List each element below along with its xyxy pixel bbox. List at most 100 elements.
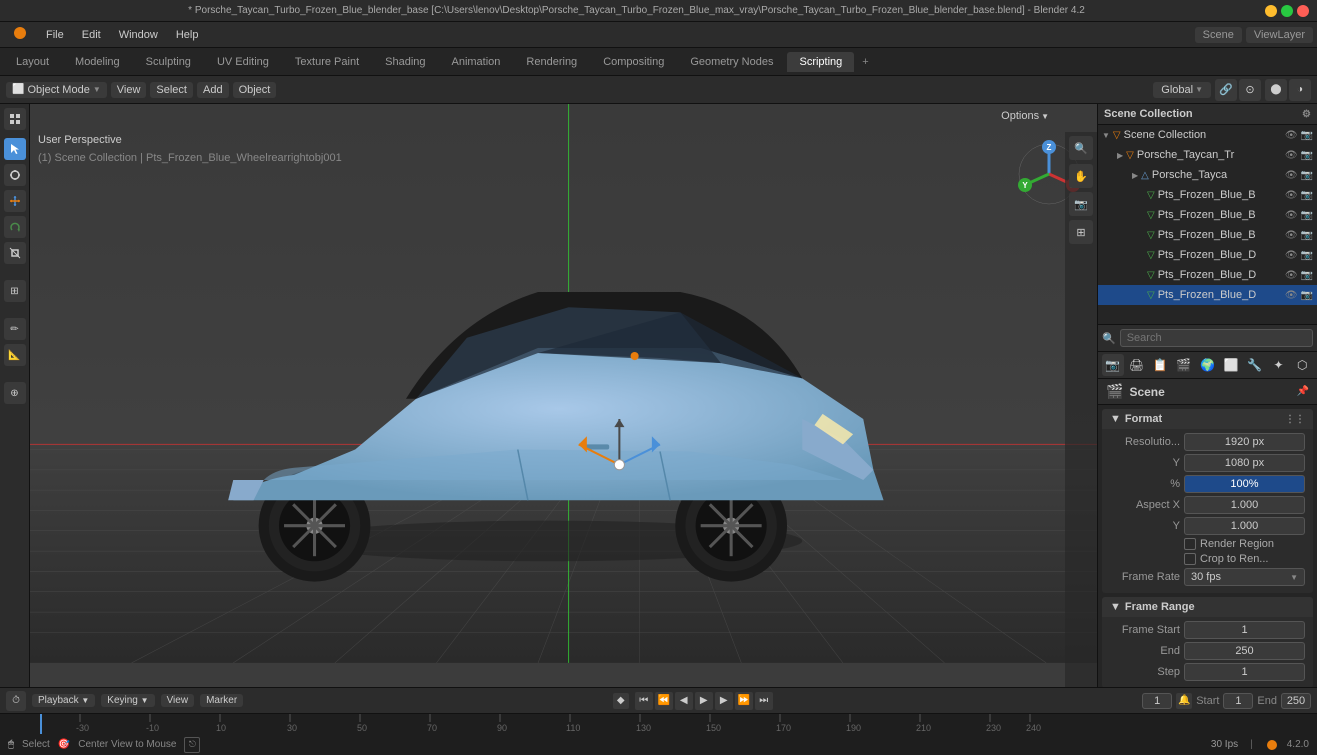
keying-menu[interactable]: Keying ▼ xyxy=(101,694,154,707)
scene-collection-filter[interactable]: ⚙ xyxy=(1302,109,1311,120)
timeline-icon[interactable]: ⏱ xyxy=(6,691,26,711)
minimize-button[interactable] xyxy=(1265,5,1277,17)
aspect-x-value[interactable]: 1.000 xyxy=(1184,496,1305,514)
tab-animation[interactable]: Animation xyxy=(440,52,513,72)
tab-scripting[interactable]: Scripting xyxy=(787,52,854,72)
tool-toggle[interactable] xyxy=(4,108,26,130)
particles-props-icon[interactable]: ✦ xyxy=(1268,354,1290,376)
arrow-icon[interactable]: ▼ xyxy=(1102,131,1110,140)
prev-keyframe-button[interactable]: ⏪ xyxy=(655,692,673,710)
visibility-icon[interactable]: 👁 xyxy=(1285,250,1298,261)
view-layer-selector[interactable]: ViewLayer xyxy=(1246,27,1313,43)
view-menu[interactable]: View xyxy=(111,82,147,98)
menu-help[interactable]: Help xyxy=(168,27,207,43)
render-icon[interactable]: 📷 xyxy=(1301,250,1313,261)
add-workspace-button[interactable]: + xyxy=(856,54,874,70)
viewport-search-button[interactable]: 🔍 xyxy=(1069,136,1093,160)
tab-modeling[interactable]: Modeling xyxy=(63,52,132,72)
crop-render-checkbox[interactable]: Crop to Ren... xyxy=(1184,553,1268,565)
prev-frame-button[interactable]: ◀ xyxy=(675,692,693,710)
visibility-icon[interactable]: 👁 xyxy=(1285,290,1298,301)
material-props-icon[interactable]: ⬡ xyxy=(1291,354,1313,376)
visibility-icon[interactable]: 👁 xyxy=(1285,210,1298,221)
frame-rate-dropdown[interactable]: 30 fps ▼ xyxy=(1184,568,1305,586)
arrow-icon[interactable]: ▶ xyxy=(1132,171,1138,180)
outliner-item-7[interactable]: ▽ Pts_Frozen_Blue_D 👁 📷 xyxy=(1098,285,1317,305)
outliner[interactable]: ▼ ▽ Scene Collection 👁 📷 ▶ ▽ Porsche_Tay… xyxy=(1098,125,1317,325)
properties-search-input[interactable] xyxy=(1120,329,1313,347)
jump-start-button[interactable]: ⏮ xyxy=(635,692,653,710)
resolution-pct-value[interactable]: 100% xyxy=(1184,475,1305,493)
tab-texture-paint[interactable]: Texture Paint xyxy=(283,52,371,72)
render-icon[interactable]: 📷 xyxy=(1301,270,1313,281)
mode-selector[interactable]: ⬜ Object Mode ▼ xyxy=(6,82,107,98)
arrow-icon[interactable]: ▶ xyxy=(1117,151,1123,160)
viewport-hand-button[interactable]: ✋ xyxy=(1069,164,1093,188)
render-region-checkbox[interactable]: Render Region xyxy=(1184,538,1274,550)
end-frame-input[interactable] xyxy=(1281,693,1311,709)
view-menu[interactable]: View xyxy=(161,694,195,707)
annotate-tool-button[interactable]: ✏ xyxy=(4,318,26,340)
jump-end-button[interactable]: ⏭ xyxy=(755,692,773,710)
step-value[interactable]: 1 xyxy=(1184,663,1305,681)
timeline-strip[interactable]: -30 -10 10 30 50 70 90 110 130 150 xyxy=(0,714,1317,734)
visibility-icon[interactable]: 👁 xyxy=(1285,130,1298,141)
render-icon[interactable]: 📷 xyxy=(1301,210,1313,221)
visibility-icon[interactable]: 👁 xyxy=(1285,270,1298,281)
tab-shading[interactable]: Shading xyxy=(373,52,437,72)
object-props-icon[interactable]: ⬜ xyxy=(1220,354,1242,376)
visibility-icon[interactable]: 👁 xyxy=(1285,150,1298,161)
visibility-icon[interactable]: 👁 xyxy=(1285,230,1298,241)
visibility-icon[interactable]: 👁 xyxy=(1285,190,1298,201)
output-props-icon[interactable]: 🖨 xyxy=(1126,354,1148,376)
render-icon[interactable]: 📷 xyxy=(1301,190,1313,201)
outliner-item-1[interactable]: ▶ △ Porsche_Tayca 👁 📷 xyxy=(1098,165,1317,185)
tab-compositing[interactable]: Compositing xyxy=(591,52,676,72)
tab-uv-editing[interactable]: UV Editing xyxy=(205,52,281,72)
properties-pin-icon[interactable]: 📌 xyxy=(1297,386,1309,397)
resolution-y-value[interactable]: 1080 px xyxy=(1184,454,1305,472)
outliner-item-2[interactable]: ▽ Pts_Frozen_Blue_B 👁 📷 xyxy=(1098,185,1317,205)
add-menu[interactable]: Add xyxy=(197,82,229,98)
outliner-item-5[interactable]: ▽ Pts_Frozen_Blue_D 👁 📷 xyxy=(1098,245,1317,265)
overlay-options-button[interactable]: Options ▼ xyxy=(993,108,1057,124)
viewport-grid-button[interactable]: ⊞ xyxy=(1069,220,1093,244)
scene-props-icon[interactable]: 🎬 xyxy=(1173,354,1195,376)
visibility-icon[interactable]: 👁 xyxy=(1285,170,1298,181)
cursor-tool-button[interactable] xyxy=(4,164,26,186)
timeline-keyframe-icon[interactable]: ◆ xyxy=(613,693,629,709)
add-primitive-button[interactable]: ⊕ xyxy=(4,382,26,404)
render-icon[interactable]: 📷 xyxy=(1301,230,1313,241)
play-button[interactable]: ▶ xyxy=(695,692,713,710)
object-menu[interactable]: Object xyxy=(233,82,277,98)
menu-file[interactable]: File xyxy=(38,27,72,43)
render-icon[interactable]: 📷 xyxy=(1301,150,1313,161)
playback-menu[interactable]: Playback ▼ xyxy=(32,694,95,707)
transform-tool-button[interactable]: ⊞ xyxy=(4,280,26,302)
outliner-item-0[interactable]: ▶ ▽ Porsche_Taycan_Tr 👁 📷 xyxy=(1098,145,1317,165)
render-icon[interactable]: 📷 xyxy=(1301,170,1313,181)
measure-tool-button[interactable]: 📐 xyxy=(4,344,26,366)
proportional-edit-button[interactable]: ⊙ xyxy=(1239,79,1261,101)
menu-window[interactable]: Window xyxy=(111,27,166,43)
render-icon[interactable]: 📷 xyxy=(1301,290,1313,301)
format-options-icon[interactable]: ⋮⋮ xyxy=(1285,414,1305,425)
start-frame-input[interactable] xyxy=(1223,693,1253,709)
move-tool-button[interactable] xyxy=(4,190,26,212)
snap-button[interactable]: 🔗 xyxy=(1215,79,1237,101)
select-menu[interactable]: Select xyxy=(150,82,193,98)
render-icon[interactable]: 📷 xyxy=(1301,130,1313,141)
menu-blender[interactable] xyxy=(4,23,36,46)
view-layer-props-icon[interactable]: 📋 xyxy=(1149,354,1171,376)
tab-rendering[interactable]: Rendering xyxy=(514,52,589,72)
next-frame-button[interactable]: ▶ xyxy=(715,692,733,710)
aspect-y-value[interactable]: 1.000 xyxy=(1184,517,1305,535)
maximize-button[interactable] xyxy=(1281,5,1293,17)
outliner-item-3[interactable]: ▽ Pts_Frozen_Blue_B 👁 📷 xyxy=(1098,205,1317,225)
frame-start-value[interactable]: 1 xyxy=(1184,621,1305,639)
frame-end-value[interactable]: 250 xyxy=(1184,642,1305,660)
outliner-item-4[interactable]: ▽ Pts_Frozen_Blue_B 👁 📷 xyxy=(1098,225,1317,245)
tab-layout[interactable]: Layout xyxy=(4,52,61,72)
render-props-icon[interactable]: 📷 xyxy=(1102,354,1124,376)
resolution-x-value[interactable]: 1920 px xyxy=(1184,433,1305,451)
